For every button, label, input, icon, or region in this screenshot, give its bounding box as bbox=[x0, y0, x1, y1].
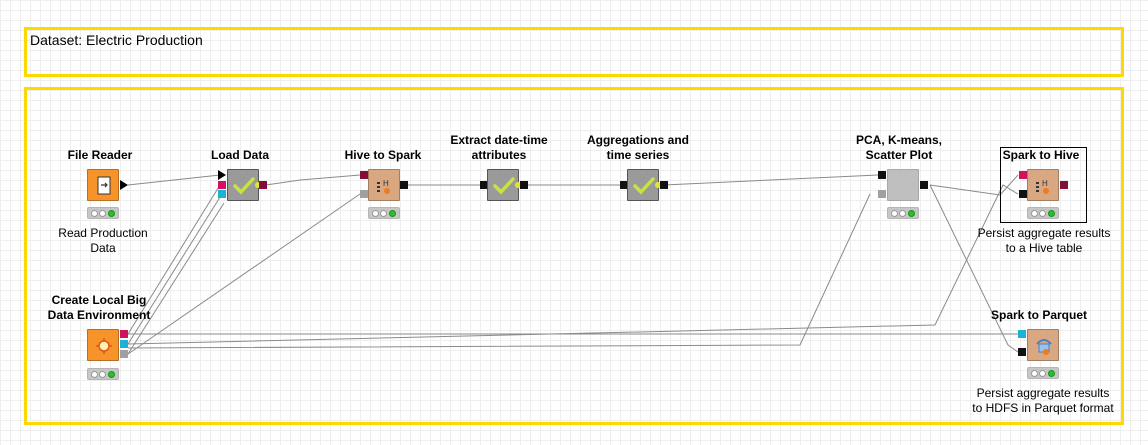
spark-hive-icon: H bbox=[1036, 179, 1049, 194]
aggregations-node[interactable] bbox=[627, 169, 661, 201]
status-lamp-yellow bbox=[99, 210, 106, 217]
status-lamp-yellow bbox=[899, 210, 906, 217]
create-env-output-port-1[interactable] bbox=[120, 330, 128, 338]
hive-to-spark-status bbox=[368, 207, 400, 219]
status-lamp-red bbox=[372, 210, 379, 217]
load-data-output-port[interactable] bbox=[259, 181, 267, 189]
create-env-node[interactable] bbox=[87, 329, 119, 361]
status-lamp-red bbox=[891, 210, 898, 217]
extract-datetime-node[interactable] bbox=[487, 169, 521, 201]
connection-env-hive-spark bbox=[127, 193, 361, 355]
create-env-output-port-3[interactable] bbox=[120, 350, 128, 358]
load-data-input-port-3[interactable] bbox=[218, 190, 226, 198]
spark-to-parquet-status bbox=[1027, 367, 1059, 379]
extract-datetime-output-port[interactable] bbox=[520, 181, 528, 189]
file-reader-caption-2: Data bbox=[90, 241, 116, 255]
status-lamp-red bbox=[1031, 370, 1038, 377]
status-lamp-red bbox=[91, 210, 98, 217]
file-reader-caption-1: Read Production bbox=[58, 226, 148, 240]
create-env-status bbox=[87, 368, 119, 380]
spark-to-hive-caption-2: to a Hive table bbox=[1005, 241, 1083, 255]
connection-file-reader-load-data bbox=[127, 174, 221, 186]
file-reader-icon bbox=[97, 176, 111, 195]
hive-to-spark-output-port[interactable] bbox=[400, 181, 408, 189]
file-reader-node[interactable] bbox=[87, 169, 119, 201]
spark-to-hive-node[interactable]: H bbox=[1027, 169, 1059, 201]
status-lamp-yellow bbox=[99, 371, 106, 378]
spark-to-parquet-title: Spark to Parquet bbox=[990, 308, 1088, 322]
spark-to-parquet-caption-2: to HDFS in Parquet format bbox=[972, 401, 1114, 415]
status-lamp-yellow bbox=[380, 210, 387, 217]
load-data-input-port[interactable] bbox=[218, 170, 226, 180]
create-env-output-port-2[interactable] bbox=[120, 340, 128, 348]
spark-to-hive-input-port-2[interactable] bbox=[1019, 190, 1027, 198]
connections-layer bbox=[127, 174, 1019, 355]
create-env-title-2: Data Environment bbox=[47, 308, 151, 322]
pca-kmeans-output-port[interactable] bbox=[920, 181, 928, 189]
connection-aggregations-pca bbox=[663, 174, 879, 186]
parquet-icon bbox=[1036, 339, 1052, 355]
pca-kmeans-input-port-1[interactable] bbox=[878, 171, 886, 179]
pca-kmeans-status bbox=[887, 207, 919, 219]
file-reader-status bbox=[87, 207, 119, 219]
status-lamp-green bbox=[1048, 210, 1055, 217]
big-data-environment-icon bbox=[96, 338, 112, 354]
pca-kmeans-title-1: PCA, K-means, bbox=[855, 133, 943, 147]
load-data-node[interactable] bbox=[227, 169, 261, 201]
pca-kmeans-input-port-2[interactable] bbox=[878, 190, 886, 198]
aggregations-title-1: Aggregations and bbox=[586, 133, 689, 147]
status-lamp-green bbox=[1048, 370, 1055, 377]
pca-kmeans-node[interactable] bbox=[887, 169, 919, 201]
hive-to-spark-input-port-1[interactable] bbox=[360, 171, 368, 179]
status-lamp-green bbox=[908, 210, 915, 217]
status-lamp-yellow bbox=[1039, 210, 1046, 217]
connection-env-spark-hive bbox=[127, 184, 1019, 345]
aggregations-title-2: time series bbox=[606, 148, 670, 162]
connection-env-pca bbox=[127, 193, 871, 349]
hive-to-spark-node[interactable]: H bbox=[368, 169, 400, 201]
spark-to-hive-output-port[interactable] bbox=[1060, 181, 1068, 189]
aggregations-output-port[interactable] bbox=[660, 181, 668, 189]
spark-to-hive-status bbox=[1027, 207, 1059, 219]
spark-to-parquet-input-port-1[interactable] bbox=[1018, 330, 1026, 338]
svg-text:H: H bbox=[383, 179, 389, 188]
status-lamp-green bbox=[389, 210, 396, 217]
spark-to-parquet-caption-1: Persist aggregate results bbox=[976, 386, 1110, 400]
status-lamp-red bbox=[1031, 210, 1038, 217]
status-lamp-red bbox=[91, 371, 98, 378]
svg-text:H: H bbox=[1042, 179, 1048, 188]
create-env-title-1: Create Local Big bbox=[51, 293, 147, 307]
spark-to-hive-input-port-1[interactable] bbox=[1019, 171, 1027, 179]
hive-spark-icon: H bbox=[377, 179, 390, 194]
spark-to-hive-title: Spark to Hive bbox=[1002, 148, 1080, 162]
file-reader-output-port[interactable] bbox=[120, 180, 128, 190]
spark-to-hive-caption-1: Persist aggregate results bbox=[977, 226, 1111, 240]
status-lamp-green bbox=[108, 371, 115, 378]
status-lamp-green bbox=[108, 210, 115, 217]
spark-to-parquet-node[interactable] bbox=[1027, 329, 1059, 361]
load-data-input-port-2[interactable] bbox=[218, 181, 226, 189]
status-lamp-yellow bbox=[1039, 370, 1046, 377]
connection-load-data-hive-to-spark bbox=[265, 174, 361, 186]
spark-to-parquet-input-port-2[interactable] bbox=[1018, 348, 1026, 356]
hive-to-spark-input-port-2[interactable] bbox=[360, 190, 368, 198]
